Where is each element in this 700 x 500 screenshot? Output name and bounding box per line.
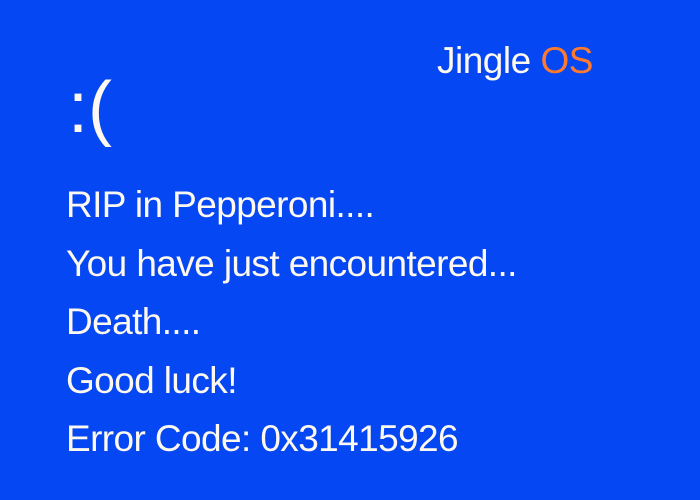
sad-face-emoticon: :( bbox=[68, 68, 112, 148]
brand-name: Jingle bbox=[437, 40, 531, 81]
error-message: RIP in Pepperoni.... You have just encou… bbox=[66, 176, 517, 469]
brand-logo: Jingle OS bbox=[437, 40, 593, 82]
message-line-1: RIP in Pepperoni.... bbox=[66, 184, 375, 225]
message-line-2: You have just encountered... bbox=[66, 242, 517, 284]
message-line-3: Death.... bbox=[66, 301, 201, 342]
message-line-4: Good luck! bbox=[66, 359, 237, 401]
error-code: Error Code: 0x31415926 bbox=[66, 418, 459, 459]
brand-suffix: OS bbox=[540, 40, 593, 81]
